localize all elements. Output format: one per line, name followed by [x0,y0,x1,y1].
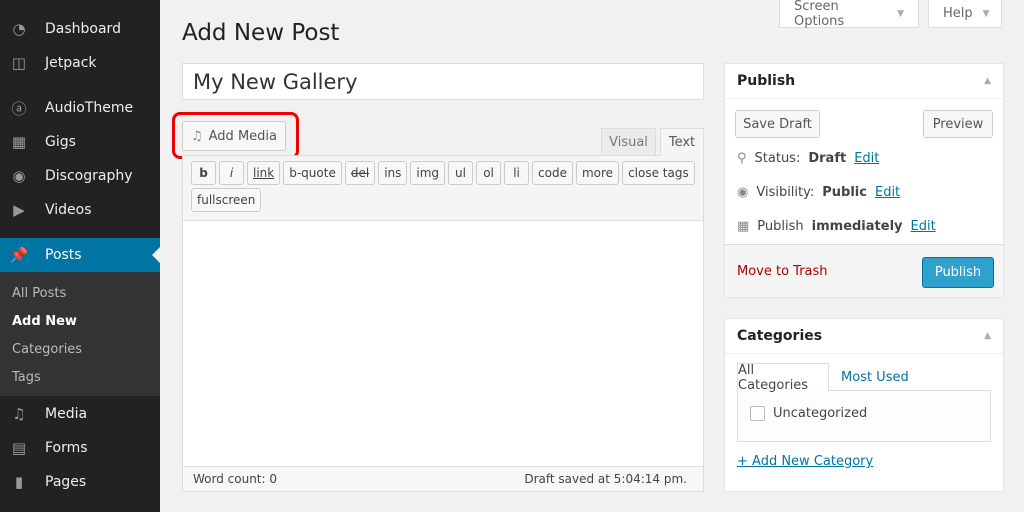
quicktags-toolbar: b i link b-quote del ins img ul ol li co… [183,156,703,221]
jetpack-icon: ◫ [11,54,27,72]
audiotheme-icon: ⓐ [11,99,27,118]
help-button[interactable]: Help ▼ [928,0,1002,28]
sidebar-label: Dashboard [45,21,121,37]
category-list: Uncategorized [737,390,991,442]
help-label: Help [943,6,973,21]
submenu-categories[interactable]: Categories [0,336,160,364]
sidebar-label: Gigs [45,134,76,150]
page-title: Add New Post [182,20,340,46]
qt-fullscreen[interactable]: fullscreen [191,188,262,212]
admin-sidebar: ◔ Dashboard ◫ Jetpack ⓐ AudioTheme ▦ Gigs ◉ D… [0,0,160,512]
add-new-category-link[interactable]: + Add New Category [737,454,873,469]
status-label: Status: [754,151,801,166]
visibility-value: Public [822,185,867,200]
sidebar-item-discography[interactable]: ◉ Discography [0,159,160,193]
categories-box-title: Categories [737,328,823,344]
category-label: Uncategorized [773,406,868,421]
video-icon: ▶ [13,201,25,219]
qt-li[interactable]: li [504,161,530,185]
post-title-input[interactable] [182,63,704,100]
sidebar-label: Posts [45,247,82,263]
editor-status-bar: Word count: 0 Draft saved at 5:04:14 pm. [183,466,703,491]
qt-del[interactable]: del [344,161,376,185]
publish-button[interactable]: Publish [922,257,994,288]
calendar-icon: ▦ [11,133,27,151]
collapse-icon[interactable]: ▲ [984,331,991,341]
qt-img[interactable]: img [410,161,446,185]
eye-icon: ◉ [737,185,749,200]
sidebar-item-forms[interactable]: ▤ Forms [0,431,160,465]
publish-box-title: Publish [737,73,796,89]
qt-bquote[interactable]: b-quote [283,161,342,185]
add-media-label: Add Media [208,128,277,144]
visibility-label: Visibility: [756,185,815,200]
sidebar-item-dashboard[interactable]: ◔ Dashboard [0,12,160,46]
tab-all-categories[interactable]: All Categories [737,363,829,393]
forms-icon: ▤ [11,439,27,457]
qt-close-tags[interactable]: close tags [622,161,695,185]
submenu-tags[interactable]: Tags [0,364,160,392]
qt-ul[interactable]: ul [448,161,474,185]
disc-icon: ◉ [12,167,26,185]
sidebar-item-videos[interactable]: ▶ Videos [0,193,160,227]
checkbox[interactable] [750,406,765,421]
screen-options-label: Screen Options [794,0,845,29]
text-editor: b i link b-quote del ins img ul ol li co… [182,155,704,492]
qt-more[interactable]: more [575,161,620,185]
media-icon: ♫ [12,405,26,423]
sidebar-item-media[interactable]: ♫ Media [0,397,160,431]
screen-options-button[interactable]: Screen Options ▼ [779,0,919,29]
qt-code[interactable]: code [532,161,573,185]
word-count: Word count: 0 [193,472,278,486]
publish-time-value: immediately [811,219,903,234]
sidebar-item-posts[interactable]: 📌 Posts [0,238,160,272]
tab-visual[interactable]: Visual [601,128,656,156]
qt-link[interactable]: link [247,161,281,185]
preview-button[interactable]: Preview [923,110,993,138]
sidebar-item-jetpack[interactable]: ◫ Jetpack [0,46,160,80]
sidebar-label: Forms [45,440,88,456]
caret-down-icon: ▼ [897,8,904,19]
dashboard-icon: ◔ [12,20,26,38]
tab-text[interactable]: Text [660,128,704,156]
edit-status-link[interactable]: Edit [854,151,879,166]
sidebar-label: Videos [45,202,92,218]
qt-bold[interactable]: b [191,161,216,185]
save-draft-button[interactable]: Save Draft [735,110,820,138]
sidebar-label: AudioTheme [45,100,134,116]
collapse-icon[interactable]: ▲ [984,76,991,86]
sidebar-label: Discography [45,168,133,184]
sidebar-item-audiotheme[interactable]: ⓐ AudioTheme [0,91,160,125]
publish-box: Publish ▲ Save Draft Preview ⚲ Status: Draf… [724,63,1004,298]
calendar-icon: ▦ [737,219,750,234]
sidebar-item-pages[interactable]: ▮ Pages [0,465,160,499]
categories-box: Categories ▲ All Categories Most Used Unc… [724,318,1004,492]
sidebar-label: Pages [45,474,87,490]
publish-time-label: Publish [757,219,804,234]
draft-saved-status: Draft saved at 5:04:14 pm. [524,472,687,486]
content-textarea[interactable] [183,221,703,467]
tab-most-used[interactable]: Most Used [841,370,909,385]
qt-ol[interactable]: ol [476,161,502,185]
posts-submenu: All Posts Add New Categories Tags [0,272,160,396]
status-value: Draft [808,151,847,166]
submenu-add-new[interactable]: Add New [0,308,160,336]
sidebar-item-gigs[interactable]: ▦ Gigs [0,125,160,159]
qt-ins[interactable]: ins [378,161,408,185]
add-media-button[interactable]: ♫ Add Media [182,121,286,151]
pin-icon: 📌 [9,246,29,264]
media-icon: ♫ [190,128,203,144]
pin-icon: ⚲ [737,151,747,166]
pages-icon: ▮ [14,473,24,491]
caret-down-icon: ▼ [982,8,990,19]
edit-visibility-link[interactable]: Edit [875,185,900,200]
edit-publish-time-link[interactable]: Edit [911,219,936,234]
submenu-all-posts[interactable]: All Posts [0,280,160,308]
category-item[interactable]: Uncategorized [750,406,867,421]
sidebar-label: Media [45,406,88,422]
qt-italic[interactable]: i [219,161,244,185]
move-to-trash-link[interactable]: Move to Trash [737,264,828,279]
sidebar-label: Jetpack [45,55,97,71]
